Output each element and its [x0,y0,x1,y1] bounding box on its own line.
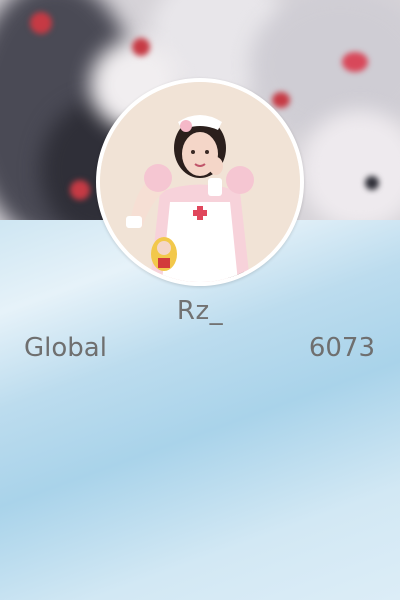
avatar-photo [100,82,300,282]
score-value: 6073 [308,333,375,363]
region-label: Global [24,333,107,363]
username: Rz_ [176,296,224,326]
avatar[interactable] [96,78,304,286]
profile-card: Rz_ Global 6073 [0,0,400,600]
